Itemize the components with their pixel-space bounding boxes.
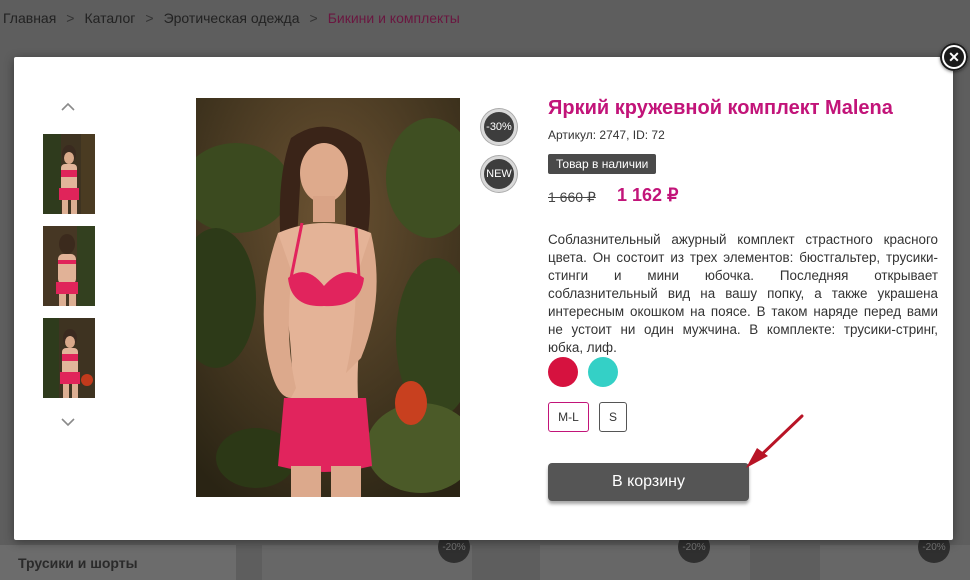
new-badge: NEW: [481, 156, 517, 192]
sidebar-category-item[interactable]: Трусики и шорты: [0, 545, 236, 580]
product-sku: Артикул: 2747, ID: 72: [548, 128, 665, 142]
color-swatch-turquoise[interactable]: [588, 357, 618, 387]
breadcrumb-separator: >: [145, 10, 154, 26]
thumbnails-up-button[interactable]: [60, 99, 76, 115]
sidebar-item-label: Трусики и шорты: [18, 555, 138, 571]
add-to-cart-button[interactable]: В корзину: [548, 463, 749, 501]
product-thumbnail-image: [43, 226, 95, 306]
gallery-thumbnail[interactable]: [43, 134, 95, 214]
product-thumbnail-image: [43, 318, 95, 398]
stock-status-badge: Товар в наличии: [548, 154, 657, 174]
chevron-down-icon: [61, 418, 75, 427]
breadcrumb-catalog[interactable]: Каталог: [84, 10, 135, 26]
breadcrumb-category[interactable]: Эротическая одежда: [164, 10, 300, 26]
discount-badge: -30%: [481, 109, 517, 145]
close-icon: ✕: [944, 47, 964, 67]
product-photo: [196, 98, 460, 497]
current-price: 1 162 ₽: [617, 185, 679, 205]
breadcrumb-separator: >: [309, 10, 318, 26]
size-option-m-l[interactable]: M-L: [548, 402, 589, 432]
thumbnails-down-button[interactable]: [60, 414, 76, 430]
size-option-s[interactable]: S: [599, 402, 627, 432]
color-swatch-red[interactable]: [548, 357, 578, 387]
annotation-arrow-icon: [746, 414, 804, 468]
chevron-up-icon: [61, 102, 75, 111]
product-thumbnail-image: [43, 134, 95, 214]
gallery-thumbnail[interactable]: [43, 318, 95, 398]
breadcrumb-current: Бикини и комплекты: [327, 10, 460, 26]
breadcrumb-separator: >: [66, 10, 75, 26]
gallery-thumbnail[interactable]: [43, 226, 95, 306]
breadcrumb-home[interactable]: Главная: [3, 10, 56, 26]
breadcrumb: Главная > Каталог > Эротическая одежда >…: [3, 10, 460, 26]
close-modal-button[interactable]: ✕: [940, 43, 968, 71]
product-description: Соблазнительный ажурный комплект страстн…: [548, 232, 938, 355]
main-product-image[interactable]: [196, 98, 460, 497]
background-product-card: [540, 545, 750, 580]
old-price: 1 660 ₽: [548, 189, 596, 205]
quick-view-modal: -30% NEW Яркий кружевной комплект Malena…: [14, 57, 953, 540]
product-title: Яркий кружевной комплект Malena: [548, 97, 893, 119]
